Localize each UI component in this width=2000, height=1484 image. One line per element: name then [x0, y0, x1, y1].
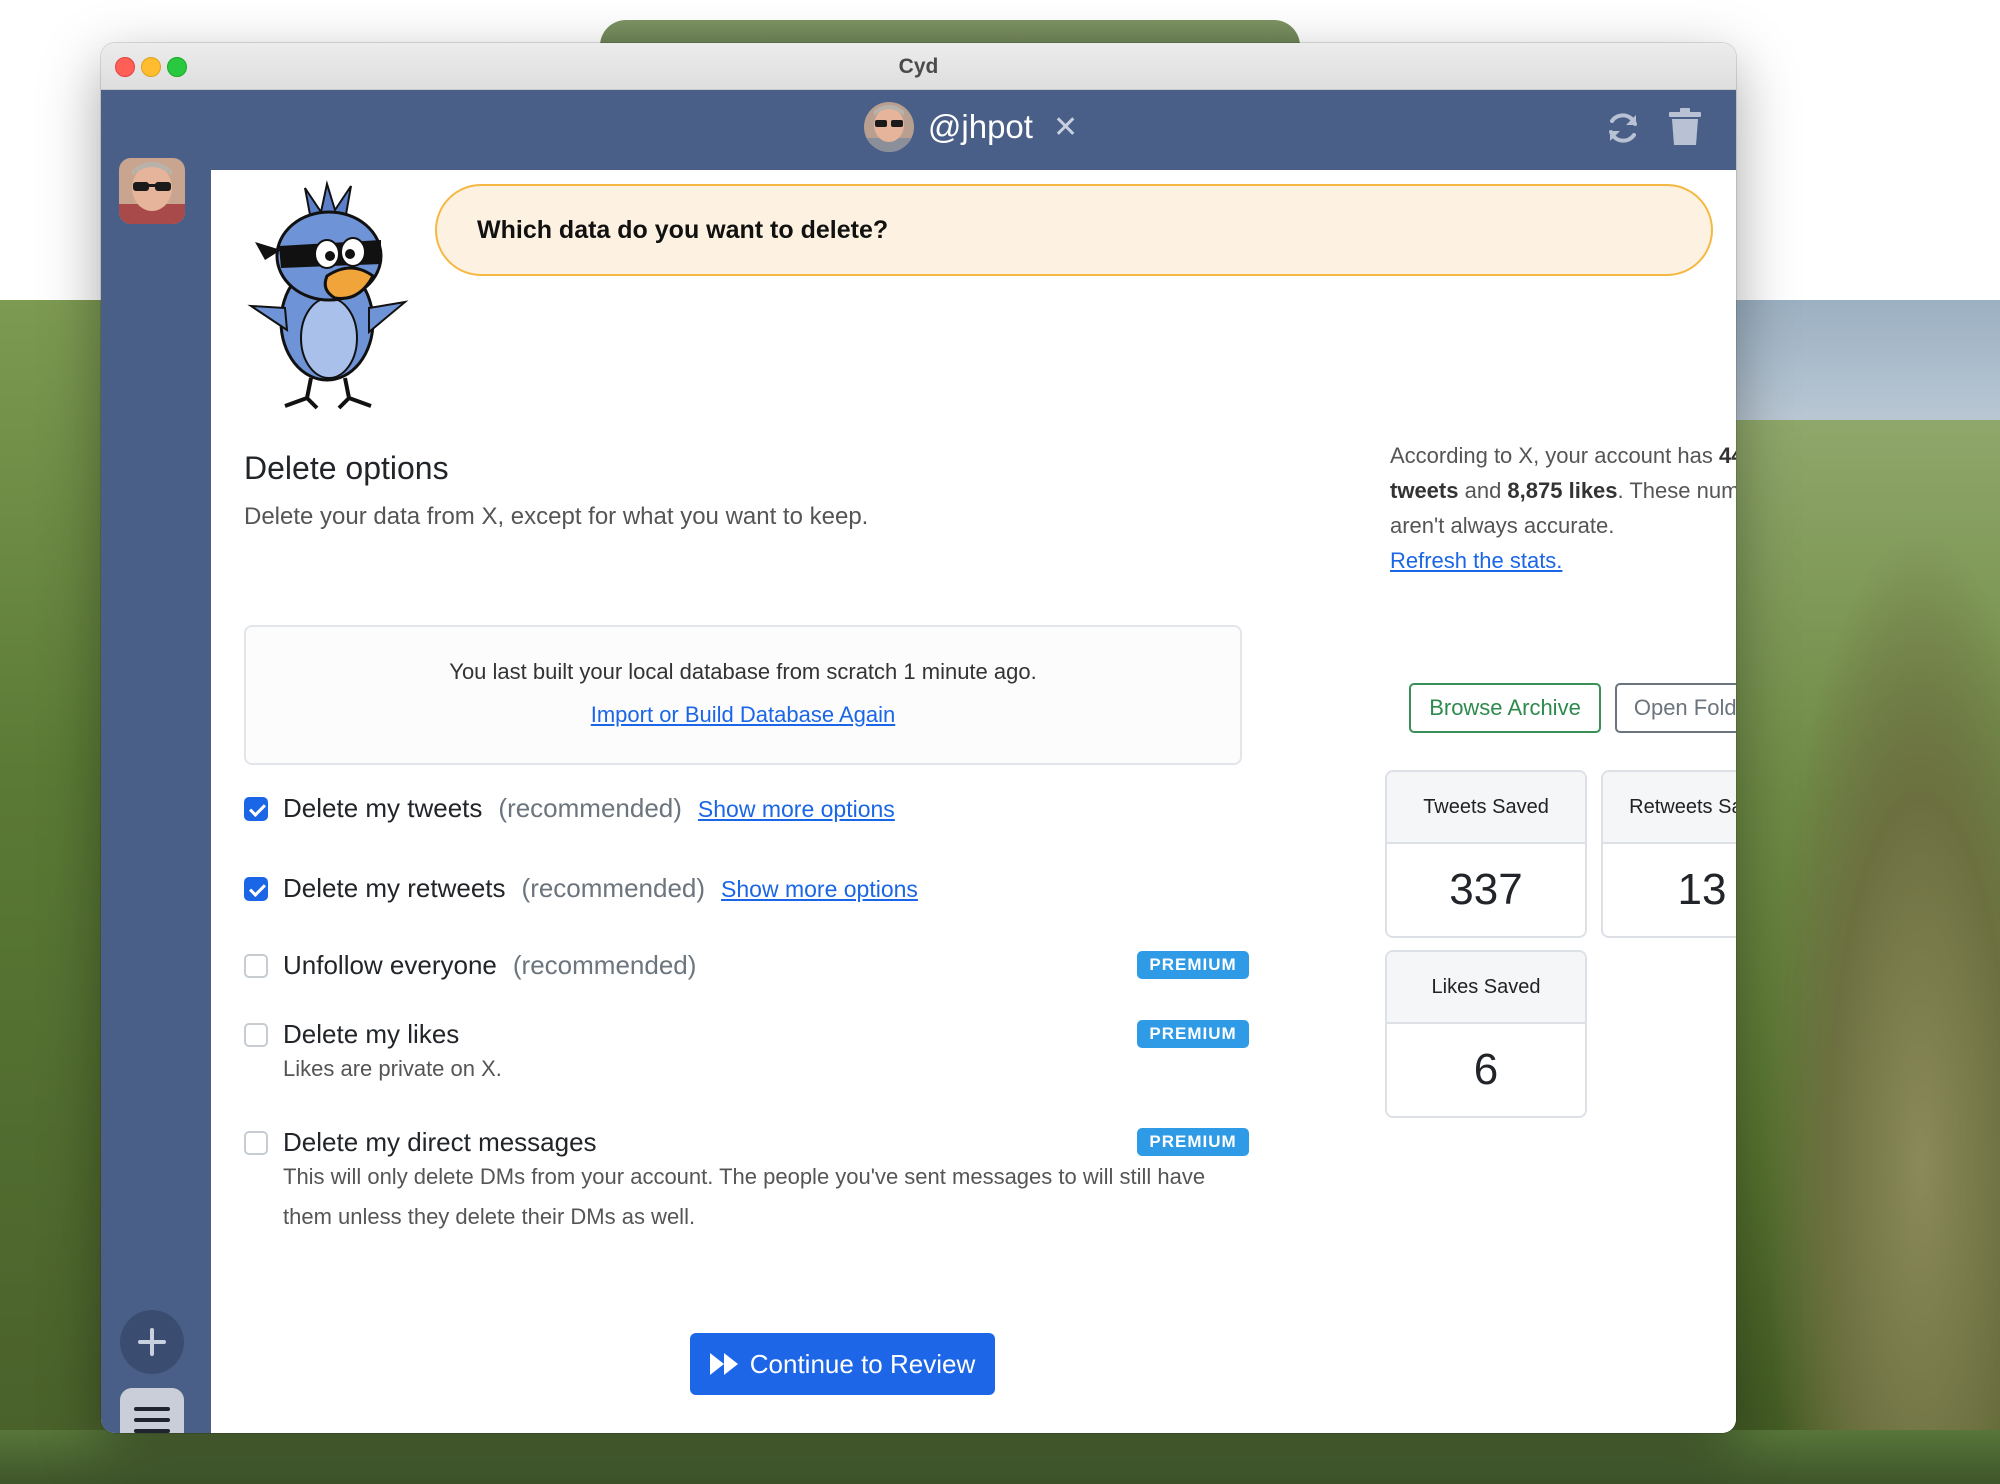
show-more-options-tweets-link[interactable]: Show more options [698, 796, 895, 822]
section-title: Delete options [244, 450, 449, 486]
account-stats-text: According to X, your account has 449 twe… [1390, 438, 1736, 578]
card-label: Likes Saved [1387, 952, 1585, 1024]
premium-badge: PREMIUM [1137, 1020, 1249, 1048]
tweets-saved-card: Tweets Saved 337 [1385, 770, 1587, 938]
card-label: Tweets Saved [1387, 772, 1585, 844]
delete-tweets-checkbox[interactable] [244, 797, 268, 821]
app-window: Cyd @jhpot ✕ Which data do you want to d… [101, 43, 1736, 1433]
question-bubble: Which data do you want to delete? [435, 184, 1713, 276]
background-stone-wall [1736, 420, 2000, 1484]
database-status-box: You last built your local database from … [244, 625, 1242, 765]
add-account-button[interactable] [120, 1310, 184, 1374]
cyd-mascot-bird [247, 180, 409, 410]
sidebar [101, 90, 206, 1433]
database-status-text: You last built your local database from … [449, 659, 1037, 684]
main-content: Which data do you want to delete? Delete… [206, 165, 1736, 1433]
recommended-note: (recommended) [498, 793, 682, 823]
fast-forward-icon [709, 1353, 738, 1375]
account-avatar [863, 102, 914, 152]
refresh-icon[interactable] [1605, 110, 1641, 146]
premium-badge: PREMIUM [1137, 1128, 1249, 1156]
delete-retweets-label[interactable]: Delete my retweets [283, 873, 506, 903]
sidebar-account-avatar[interactable] [119, 158, 185, 224]
show-more-options-retweets-link[interactable]: Show more options [721, 876, 918, 902]
recommended-note: (recommended) [521, 873, 706, 903]
recommended-note: (recommended) [512, 950, 697, 980]
menu-button[interactable] [120, 1388, 184, 1433]
window-title: Cyd [898, 55, 939, 78]
stats-intro: According to X, your account has [1390, 443, 1719, 468]
retweets-saved-card: Retweets Saved 13 [1601, 770, 1736, 938]
continue-to-review-button[interactable]: Continue to Review [690, 1333, 995, 1395]
refresh-stats-link[interactable]: Refresh the stats. [1390, 548, 1562, 573]
stats-and: and [1458, 478, 1508, 503]
likes-saved-card: Likes Saved 6 [1385, 950, 1587, 1118]
unfollow-everyone-label[interactable]: Unfollow everyone [283, 950, 497, 980]
open-folder-button[interactable]: Open Folder [1615, 683, 1736, 733]
unfollow-everyone-checkbox[interactable] [244, 954, 268, 978]
delete-retweets-checkbox[interactable] [244, 877, 268, 901]
hamburger-menu-icon [134, 1407, 170, 1433]
rebuild-database-link[interactable]: Import or Build Database Again [246, 702, 1240, 728]
plus-icon [138, 1328, 166, 1356]
stats-likes-count: 8,875 likes [1507, 478, 1618, 503]
delete-dms-label[interactable]: Delete my direct messages [283, 1127, 597, 1157]
delete-dms-description: This will only delete DMs from your acco… [283, 1164, 1206, 1229]
card-value: 6 [1473, 1045, 1499, 1094]
browse-archive-button[interactable]: Browse Archive [1409, 683, 1601, 733]
account-header: @jhpot ✕ [206, 90, 1736, 165]
delete-likes-checkbox[interactable] [244, 1023, 268, 1047]
card-label: Retweets Saved [1603, 772, 1736, 844]
delete-dms-checkbox[interactable] [244, 1131, 268, 1155]
background-grass [0, 1430, 2000, 1484]
delete-likes-label[interactable]: Delete my likes [283, 1019, 459, 1049]
continue-label: Continue to Review [749, 1348, 976, 1379]
close-account-icon[interactable]: ✕ [1053, 110, 1078, 145]
background-hill-left [0, 300, 110, 1484]
section-subtitle: Delete your data from X, except for what… [244, 503, 869, 530]
question-text: Which data do you want to delete? [477, 216, 889, 244]
account-tab: @jhpot ✕ [206, 102, 1736, 152]
title-bar: Cyd [101, 43, 1736, 90]
delete-likes-description: Likes are private on X. [283, 1056, 502, 1081]
account-handle: @jhpot [927, 108, 1033, 145]
card-value: 337 [1449, 865, 1523, 914]
card-value: 13 [1677, 865, 1727, 914]
premium-badge: PREMIUM [1137, 951, 1249, 979]
delete-tweets-label[interactable]: Delete my tweets [283, 793, 482, 823]
trash-icon[interactable] [1669, 108, 1701, 146]
